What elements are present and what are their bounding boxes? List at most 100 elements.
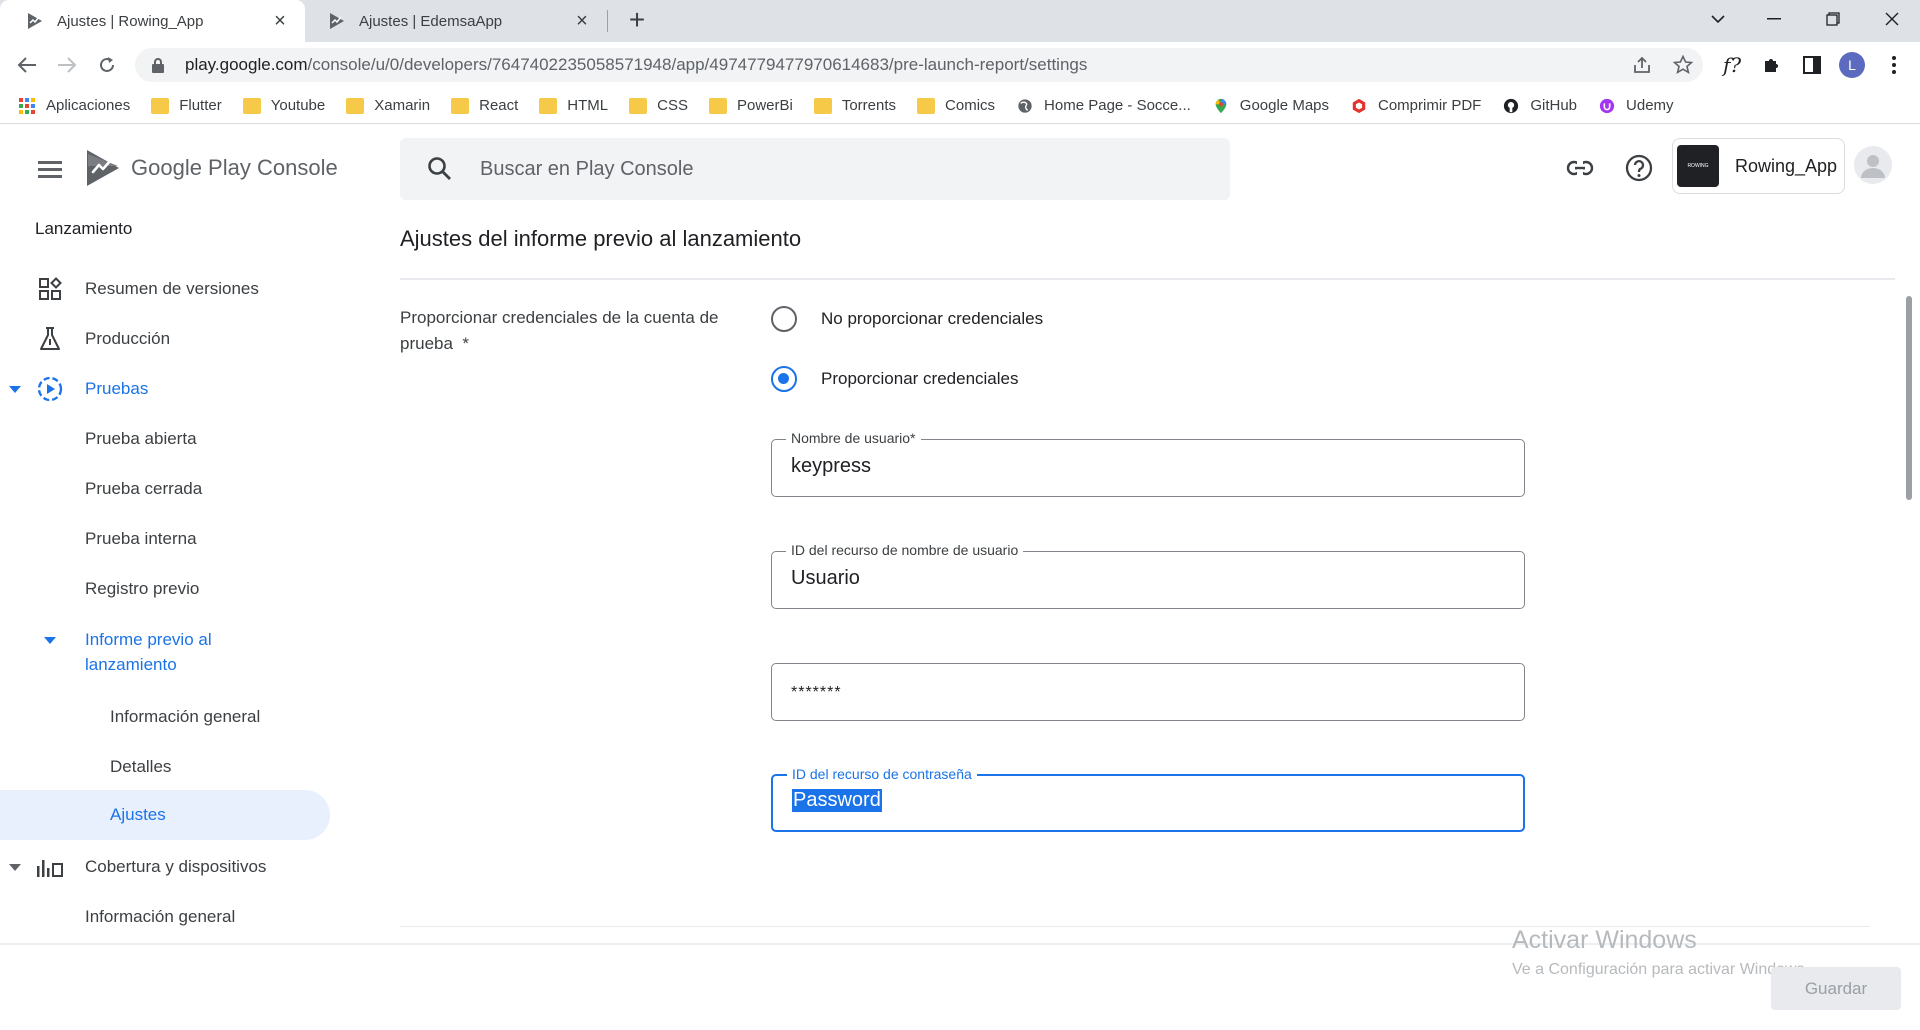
account-avatar[interactable] — [1854, 146, 1892, 184]
app-icon: ROWING — [1677, 145, 1719, 187]
radio-button[interactable] — [771, 306, 797, 332]
search-icon — [428, 157, 451, 180]
browser-tab-bar: Ajustes | Rowing_App × Ajustes | EdemsaA… — [0, 0, 1920, 42]
play-console-favicon-icon — [330, 13, 344, 29]
sidebar-item-pruebas[interactable]: Pruebas — [0, 365, 330, 413]
sidebar-item-registro-previo[interactable]: Registro previo — [0, 565, 330, 613]
new-tab-icon[interactable]: + — [622, 6, 652, 36]
close-tab-icon[interactable]: × — [269, 10, 291, 32]
share-icon[interactable] — [1626, 49, 1658, 81]
sidebar-item-detalles[interactable]: Detalles — [0, 743, 330, 791]
dashboard-icon — [36, 275, 64, 303]
apps-grid-icon — [19, 97, 35, 114]
address-bar[interactable]: play.google.com/console/u/0/developers/7… — [135, 48, 1703, 82]
sidebar-item-informacion-general-cobertura[interactable]: Información general — [0, 893, 330, 941]
udemy-icon — [1599, 98, 1615, 113]
close-tab-icon[interactable]: × — [571, 10, 593, 32]
bar-chart-icon — [36, 853, 64, 881]
tab-edemsa-app[interactable]: Ajustes | EdemsaApp × — [302, 0, 607, 42]
sidebar-item-resumen-versiones[interactable]: Resumen de versiones — [0, 265, 330, 313]
bookmark-comics[interactable]: Comics — [917, 97, 995, 114]
play-console-logo-icon[interactable] — [84, 148, 122, 188]
username-resource-id-field[interactable]: ID del recurso de nombre de usuario Usua… — [771, 542, 1525, 609]
folder-icon — [917, 97, 936, 114]
function-extension-icon[interactable]: f? — [1716, 49, 1748, 81]
tab-title: Ajustes | Rowing_App — [57, 12, 204, 30]
bookmark-aplicaciones[interactable]: Aplicaciones — [18, 97, 130, 114]
windows-activation-watermark: Activar Windows Ve a Configuración para … — [1512, 926, 1810, 978]
tab-rowing-app[interactable]: Ajustes | Rowing_App × — [0, 0, 305, 42]
sidebar-item-informacion-general[interactable]: Información general — [0, 693, 330, 741]
back-arrow-icon[interactable] — [11, 49, 43, 81]
field-value[interactable]: Usuario — [791, 567, 860, 590]
radio-no-credentials[interactable]: No proporcionar credenciales — [771, 304, 1043, 334]
password-resource-id-field[interactable]: ID del recurso de contraseña Password — [771, 766, 1525, 832]
sidebar-item-cobertura-dispositivos[interactable]: Cobertura y dispositivos — [0, 843, 330, 891]
profile-avatar[interactable]: L — [1836, 49, 1868, 81]
testing-play-circle-icon — [36, 375, 64, 403]
sidebar-item-produccion[interactable]: Producción — [0, 315, 330, 363]
sidebar-item-prueba-cerrada[interactable]: Prueba cerrada — [0, 465, 330, 513]
reload-icon[interactable] — [91, 49, 123, 81]
app-selector[interactable]: ROWING Rowing_App — [1672, 138, 1845, 194]
folder-icon — [708, 97, 727, 114]
vertical-scrollbar[interactable] — [1906, 296, 1912, 500]
bookmark-powerbi[interactable]: PowerBi — [708, 97, 793, 114]
browser-menu-icon[interactable] — [1878, 49, 1910, 81]
extensions-puzzle-icon[interactable] — [1756, 49, 1788, 81]
production-flask-icon — [36, 325, 64, 353]
bookmark-css[interactable]: CSS — [629, 97, 688, 114]
field-label: ID del recurso de nombre de usuario — [786, 542, 1024, 558]
app-name: Rowing_App — [1735, 155, 1838, 176]
sidebar-item-informe-previo[interactable]: Informe previo al lanzamiento — [0, 615, 330, 689]
bookmark-torrents[interactable]: Torrents — [813, 97, 896, 114]
expand-caret-icon[interactable] — [9, 386, 21, 393]
radio-label: No proporcionar credenciales — [821, 309, 1044, 328]
radio-label: Proporcionar credenciales — [821, 369, 1019, 388]
sidebar-item-ajustes[interactable]: Ajustes — [0, 790, 330, 840]
radio-button-selected[interactable] — [771, 366, 797, 392]
play-console-brand[interactable]: Google Play Console — [131, 155, 338, 181]
restore-icon[interactable] — [1805, 0, 1861, 38]
bookmark-star-icon[interactable] — [1667, 49, 1699, 81]
bookmark-google-maps[interactable]: Google Maps — [1212, 97, 1329, 114]
side-panel-icon[interactable] — [1796, 49, 1828, 81]
hamburger-menu-icon[interactable] — [36, 155, 64, 183]
forward-arrow-icon[interactable] — [51, 49, 83, 81]
lock-icon[interactable] — [151, 57, 165, 73]
play-console-favicon-icon — [28, 13, 42, 29]
bookmark-react[interactable]: React — [451, 97, 518, 114]
bookmark-xamarin[interactable]: Xamarin — [346, 97, 430, 114]
bookmark-comprimir-pdf[interactable]: Comprimir PDF — [1350, 97, 1481, 114]
tab-search-chevron-icon[interactable] — [1690, 0, 1746, 38]
folder-icon — [629, 97, 648, 114]
field-value-selected[interactable]: Password — [792, 789, 882, 812]
expand-caret-icon[interactable] — [9, 864, 21, 871]
expand-caret-icon[interactable] — [44, 637, 56, 644]
link-icon[interactable] — [1564, 152, 1596, 184]
sidebar-item-prueba-abierta[interactable]: Prueba abierta — [0, 415, 330, 463]
console-search-input[interactable]: Buscar en Play Console — [400, 138, 1230, 200]
folder-icon — [346, 97, 365, 114]
radio-provide-credentials[interactable]: Proporcionar credenciales — [771, 364, 1019, 394]
bookmark-udemy[interactable]: Udemy — [1598, 97, 1674, 114]
sidebar-item-prueba-interna[interactable]: Prueba interna — [0, 515, 330, 563]
required-asterisk: * — [462, 334, 470, 353]
sidebar-section-title: Lanzamiento — [35, 219, 133, 238]
bookmark-github[interactable]: GitHub — [1502, 97, 1577, 114]
bookmark-youtube[interactable]: Youtube — [242, 97, 325, 114]
field-value[interactable]: keypress — [791, 455, 871, 478]
help-icon[interactable] — [1623, 152, 1655, 184]
username-field[interactable]: Nombre de usuario* keypress — [771, 430, 1525, 497]
browser-toolbar: play.google.com/console/u/0/developers/7… — [0, 42, 1920, 88]
folder-icon — [539, 97, 558, 114]
save-button[interactable]: Guardar — [1771, 967, 1901, 1010]
bookmark-home-page-soccer[interactable]: Home Page - Socce... — [1016, 97, 1191, 114]
sidebar-nav: Lanzamiento Resumen de versiones Producc… — [0, 205, 340, 945]
password-value[interactable]: ******* — [791, 684, 842, 702]
close-window-icon[interactable] — [1864, 0, 1920, 38]
password-field[interactable]: ******* — [771, 663, 1525, 721]
bookmark-html[interactable]: HTML — [539, 97, 608, 114]
minimize-icon[interactable] — [1746, 0, 1802, 38]
bookmark-flutter[interactable]: Flutter — [151, 97, 222, 114]
